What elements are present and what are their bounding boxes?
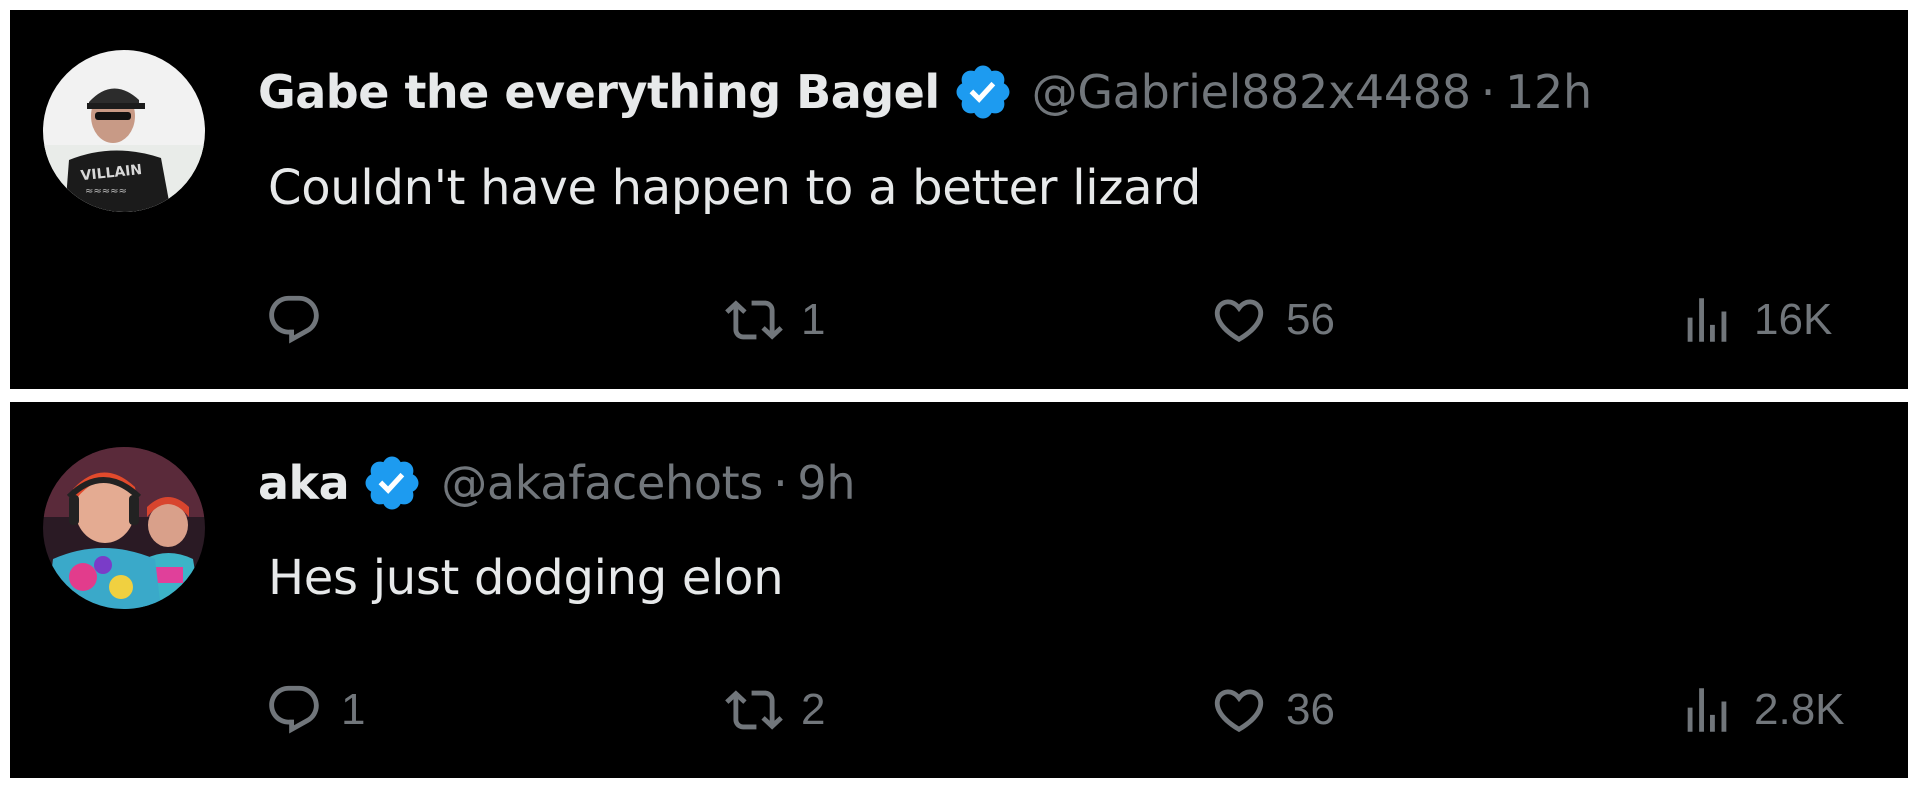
avatar[interactable] (43, 447, 205, 609)
timestamp[interactable]: 12h (1505, 65, 1592, 119)
avatar[interactable]: VILLAIN ≈≈≈≈≈ (43, 50, 205, 212)
tweet-header: aka @akafacehots · 9h (258, 448, 856, 518)
handle[interactable]: @akafacehots (441, 456, 763, 510)
display-name[interactable]: aka (258, 456, 350, 510)
separator: · (1480, 65, 1496, 119)
tweet-text: Couldn't have happen to a better lizard (268, 160, 1202, 216)
like-button[interactable]: 56 (1210, 290, 1335, 350)
heart-icon (1214, 689, 1264, 733)
reply-icon (269, 685, 319, 734)
tweet-header: Gabe the everything Bagel @Gabriel882x44… (258, 57, 1592, 127)
timestamp[interactable]: 9h (797, 456, 855, 510)
display-name[interactable]: Gabe the everything Bagel (258, 65, 940, 119)
svg-text:≈≈≈≈≈: ≈≈≈≈≈ (85, 186, 127, 197)
retweet-count: 1 (801, 295, 826, 344)
views-count: 2.8K (1754, 685, 1845, 734)
heart-icon (1214, 299, 1264, 343)
reply-icon (269, 295, 319, 344)
verified-badge-icon (361, 452, 423, 514)
views-icon (1687, 688, 1727, 732)
action-bar: 1 2 36 2.8K (10, 680, 1908, 740)
verified-badge-icon (952, 61, 1014, 123)
retweet-button[interactable]: 2 (725, 680, 825, 740)
tweet-card[interactable]: VILLAIN ≈≈≈≈≈ Gabe the everything Bagel … (10, 10, 1908, 389)
reply-button[interactable]: 1 (265, 680, 365, 740)
handle[interactable]: @Gabriel882x4488 (1032, 65, 1471, 119)
retweet-button[interactable]: 1 (725, 290, 825, 350)
like-count: 36 (1286, 685, 1335, 734)
retweet-count: 2 (801, 685, 826, 734)
avatar-image (43, 447, 205, 609)
avatar-image: VILLAIN ≈≈≈≈≈ (43, 50, 205, 212)
separator: · (773, 456, 788, 510)
views-button[interactable]: 2.8K (1678, 680, 1845, 740)
like-button[interactable]: 36 (1210, 680, 1335, 740)
action-bar: 1 56 16K (10, 290, 1908, 350)
retweet-icon (725, 300, 783, 340)
reply-count: 1 (341, 685, 366, 734)
retweet-icon (725, 690, 783, 730)
views-count: 16K (1754, 295, 1833, 344)
tweet-text: Hes just dodging elon (268, 550, 784, 606)
tweet-card[interactable]: aka @akafacehots · 9h Hes just dodging e… (10, 402, 1908, 778)
like-count: 56 (1286, 295, 1335, 344)
views-icon (1687, 298, 1727, 342)
reply-button[interactable] (265, 290, 341, 350)
views-button[interactable]: 16K (1678, 290, 1832, 350)
